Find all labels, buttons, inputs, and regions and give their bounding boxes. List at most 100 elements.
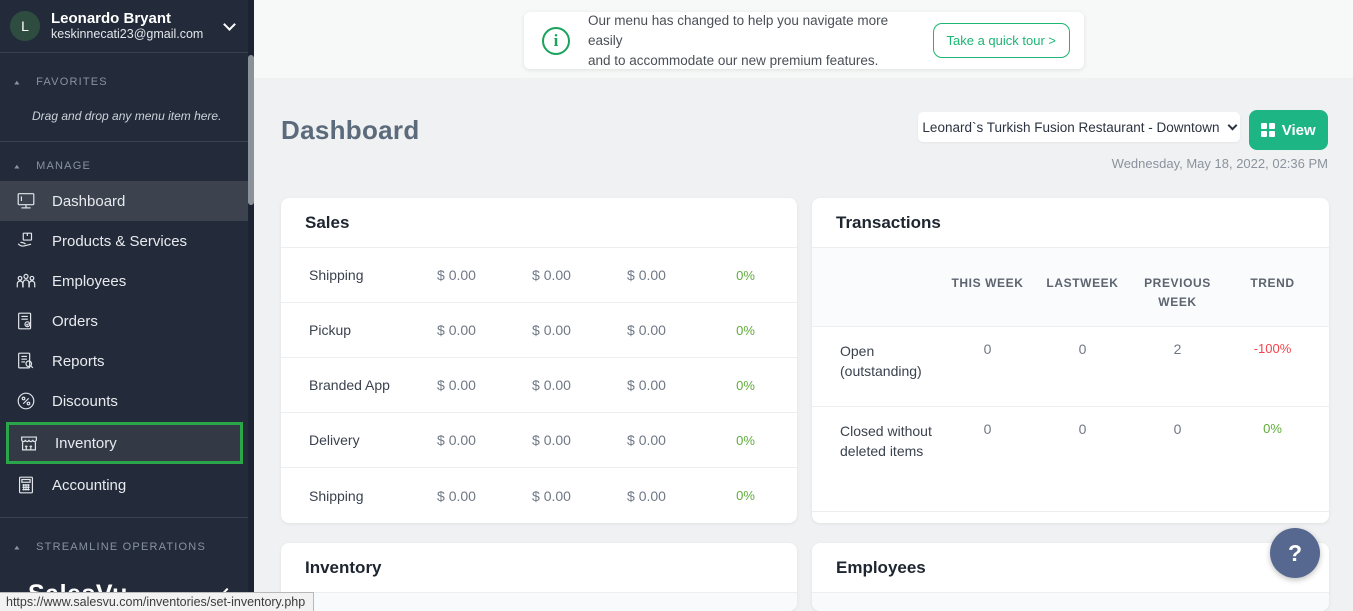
transactions-table-header: THIS WEEK LASTWEEK PREVIOUS WEEK TREND bbox=[812, 248, 1329, 327]
row-label: Delivery bbox=[309, 432, 409, 448]
column-header: THIS WEEK bbox=[940, 262, 1035, 293]
sidebar-item-label: Products & Services bbox=[52, 233, 187, 250]
inventory-card: Inventory bbox=[281, 543, 797, 611]
sidebar-item-label: Reports bbox=[52, 353, 105, 370]
sidebar-item-inventory[interactable]: Inventory bbox=[6, 422, 243, 464]
sidebar-item-employees[interactable]: Employees bbox=[0, 261, 254, 301]
row-value: $ 0.00 bbox=[409, 432, 504, 448]
page-title: Dashboard bbox=[281, 115, 420, 146]
people-group-icon bbox=[13, 269, 39, 293]
favorites-header[interactable]: ▲ FAVORITES bbox=[0, 67, 254, 97]
calculator-icon bbox=[13, 473, 39, 497]
sales-card-title: Sales bbox=[281, 198, 797, 248]
sidebar-item-label: Accounting bbox=[52, 477, 126, 494]
favorites-section: ▲ FAVORITES Drag and drop any menu item … bbox=[0, 53, 254, 142]
info-icon: i bbox=[542, 27, 570, 55]
sidebar-item-accounting[interactable]: Accounting bbox=[0, 465, 254, 505]
row-trend: 0% bbox=[694, 323, 797, 338]
row-value: $ 0.00 bbox=[599, 432, 694, 448]
row-trend: 0% bbox=[1225, 421, 1320, 436]
employees-card-title: Employees bbox=[812, 543, 1329, 593]
sidebar-item-label: Inventory bbox=[55, 435, 117, 452]
row-value: $ 0.00 bbox=[409, 488, 504, 504]
row-value: 0 bbox=[1130, 421, 1225, 437]
user-info: Leonardo Bryant keskinnecati23@gmail.com bbox=[51, 10, 221, 42]
row-value: $ 0.00 bbox=[599, 488, 694, 504]
percent-badge-icon bbox=[13, 389, 39, 413]
sidebar-scrollbar-thumb[interactable] bbox=[248, 55, 254, 205]
table-row: Delivery $ 0.00 $ 0.00 $ 0.00 0% bbox=[281, 413, 797, 468]
employees-card: Employees bbox=[812, 543, 1329, 611]
avatar-initial: L bbox=[21, 18, 29, 34]
row-value: $ 0.00 bbox=[504, 377, 599, 393]
user-email: keskinnecati23@gmail.com bbox=[51, 27, 221, 42]
row-label: Shipping bbox=[309, 488, 409, 504]
row-value: $ 0.00 bbox=[504, 488, 599, 504]
row-label: Closed without deleted items bbox=[840, 421, 940, 461]
manage-header[interactable]: ▲ MANAGE bbox=[0, 151, 254, 181]
row-value: $ 0.00 bbox=[504, 322, 599, 338]
sidebar-item-label: Employees bbox=[52, 273, 126, 290]
menu-change-banner: i Our menu has changed to help you navig… bbox=[524, 12, 1084, 69]
manage-label: MANAGE bbox=[36, 160, 91, 172]
view-button-label: View bbox=[1282, 122, 1316, 139]
sales-card: Sales Shipping $ 0.00 $ 0.00 $ 0.00 0% P… bbox=[281, 198, 797, 523]
collapse-triangle-icon: ▲ bbox=[13, 78, 23, 85]
status-bar-url: https://www.salesvu.com/inventories/set-… bbox=[0, 592, 314, 611]
table-row: Shipping $ 0.00 $ 0.00 $ 0.00 0% bbox=[281, 248, 797, 303]
sidebar-item-label: Dashboard bbox=[52, 193, 125, 210]
current-datetime: Wednesday, May 18, 2022, 02:36 PM bbox=[1112, 156, 1328, 171]
chevron-down-icon[interactable] bbox=[223, 18, 236, 31]
user-name: Leonardo Bryant bbox=[51, 10, 221, 27]
table-row: Pickup $ 0.00 $ 0.00 $ 0.00 0% bbox=[281, 303, 797, 358]
avatar: L bbox=[10, 11, 40, 41]
table-row: Shipping $ 0.00 $ 0.00 $ 0.00 0% bbox=[281, 468, 797, 523]
take-quick-tour-button[interactable]: Take a quick tour > bbox=[933, 23, 1070, 58]
sidebar-item-reports[interactable]: Reports bbox=[0, 341, 254, 381]
row-label: Open (outstanding) bbox=[840, 341, 940, 381]
hand-box-icon bbox=[13, 229, 39, 253]
view-button[interactable]: View bbox=[1249, 110, 1328, 150]
row-value: $ 0.00 bbox=[409, 267, 504, 283]
sidebar-item-label: Discounts bbox=[52, 393, 118, 410]
row-trend: 0% bbox=[694, 268, 797, 283]
help-button[interactable]: ? bbox=[1270, 528, 1320, 578]
table-header-band bbox=[812, 593, 1329, 611]
location-selector[interactable]: Leonard`s Turkish Fusion Restaurant - Do… bbox=[918, 112, 1240, 142]
row-label: Shipping bbox=[309, 267, 409, 283]
storefront-icon bbox=[16, 431, 42, 455]
column-header: TREND bbox=[1225, 262, 1320, 293]
collapse-triangle-icon: ▲ bbox=[13, 162, 23, 169]
row-value: $ 0.00 bbox=[409, 377, 504, 393]
sidebar-item-label: Orders bbox=[52, 313, 98, 330]
row-value: 0 bbox=[1035, 421, 1130, 437]
table-header-band bbox=[281, 593, 797, 611]
sidebar: L Leonardo Bryant keskinnecati23@gmail.c… bbox=[0, 0, 254, 611]
table-row: Closed without deleted items 0 0 0 0% bbox=[812, 407, 1329, 512]
monitor-icon bbox=[13, 189, 39, 213]
user-menu[interactable]: L Leonardo Bryant keskinnecati23@gmail.c… bbox=[0, 0, 254, 53]
streamline-label: STREAMLINE OPERATIONS bbox=[36, 541, 206, 553]
row-trend: 0% bbox=[694, 378, 797, 393]
row-value: $ 0.00 bbox=[409, 322, 504, 338]
row-value: 0 bbox=[1035, 341, 1130, 357]
row-value: $ 0.00 bbox=[599, 267, 694, 283]
row-trend: -100% bbox=[1225, 341, 1320, 356]
transactions-card-title: Transactions bbox=[812, 198, 1329, 248]
chevron-down-icon bbox=[1227, 121, 1237, 131]
column-header: PREVIOUS WEEK bbox=[1130, 262, 1225, 312]
sidebar-item-discounts[interactable]: Discounts bbox=[0, 381, 254, 421]
app-window: L Leonardo Bryant keskinnecati23@gmail.c… bbox=[0, 0, 1353, 611]
streamline-header[interactable]: ▲ STREAMLINE OPERATIONS bbox=[0, 532, 254, 562]
row-value: 0 bbox=[940, 421, 1035, 437]
streamline-section: ▲ STREAMLINE OPERATIONS bbox=[0, 517, 254, 562]
sidebar-item-products-services[interactable]: Products & Services bbox=[0, 221, 254, 261]
table-row: Open (outstanding) 0 0 2 -100% bbox=[812, 327, 1329, 407]
row-value: 2 bbox=[1130, 341, 1225, 357]
favorites-hint: Drag and drop any menu item here. bbox=[0, 97, 254, 123]
row-value: 0 bbox=[940, 341, 1035, 357]
table-row: Branded App $ 0.00 $ 0.00 $ 0.00 0% bbox=[281, 358, 797, 413]
sidebar-item-dashboard[interactable]: Dashboard bbox=[0, 181, 254, 221]
order-document-icon bbox=[13, 309, 39, 333]
sidebar-item-orders[interactable]: Orders bbox=[0, 301, 254, 341]
